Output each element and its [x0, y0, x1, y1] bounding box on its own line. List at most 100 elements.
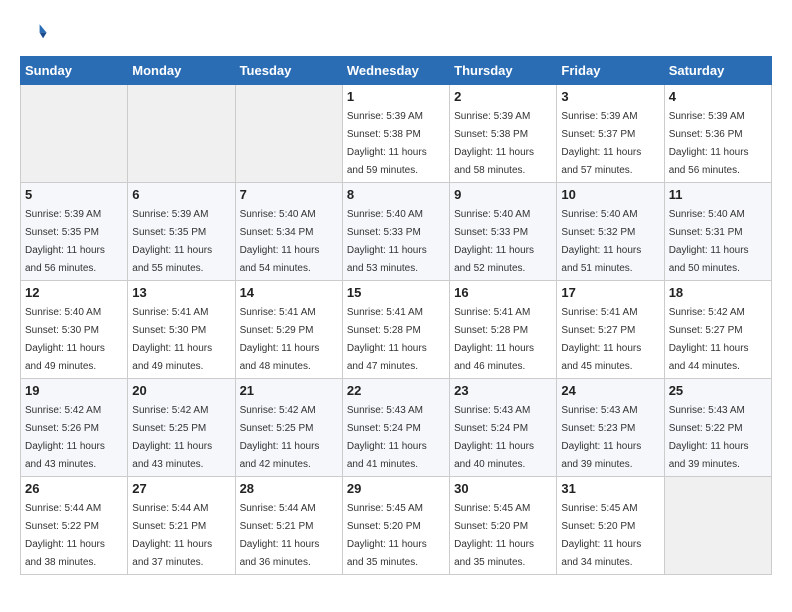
day-number: 6 [132, 187, 230, 202]
calendar-cell: 3 Sunrise: 5:39 AM Sunset: 5:37 PM Daylig… [557, 85, 664, 183]
header-day-monday: Monday [128, 57, 235, 85]
day-info: Sunrise: 5:40 AM Sunset: 5:33 PM Dayligh… [454, 209, 534, 274]
calendar-table: SundayMondayTuesdayWednesdayThursdayFrid… [20, 56, 772, 575]
day-number: 31 [561, 481, 659, 496]
calendar-cell: 1Sunrise: 5:39 AM Sunset: 5:38 PM Daylig… [342, 85, 449, 183]
calendar-cell: 12 Sunrise: 5:40 AM Sunset: 5:30 PM Dayli… [21, 281, 128, 379]
day-info: Sunrise: 5:40 AM Sunset: 5:30 PM Dayligh… [25, 307, 105, 372]
logo [20, 20, 52, 48]
day-number: 25 [669, 383, 767, 398]
day-number: 20 [132, 383, 230, 398]
calendar-week-4: 26 Sunrise: 5:44 AM Sunset: 5:22 PM Dayli… [21, 477, 772, 575]
calendar-cell: 19 Sunrise: 5:42 AM Sunset: 5:26 PM Dayli… [21, 379, 128, 477]
calendar-cell: 9 Sunrise: 5:40 AM Sunset: 5:33 PM Daylig… [450, 183, 557, 281]
calendar-cell: 23Sunrise: 5:43 AM Sunset: 5:24 PM Dayli… [450, 379, 557, 477]
day-number: 7 [240, 187, 338, 202]
day-number: 12 [25, 285, 123, 300]
calendar-cell: 5 Sunrise: 5:39 AM Sunset: 5:35 PM Daylig… [21, 183, 128, 281]
calendar-cell: 8Sunrise: 5:40 AM Sunset: 5:33 PM Daylig… [342, 183, 449, 281]
day-info: Sunrise: 5:39 AM Sunset: 5:38 PM Dayligh… [454, 111, 534, 176]
logo-icon [20, 20, 48, 48]
calendar-cell: 6Sunrise: 5:39 AM Sunset: 5:35 PM Daylig… [128, 183, 235, 281]
day-number: 22 [347, 383, 445, 398]
day-number: 18 [669, 285, 767, 300]
calendar-cell: 4 Sunrise: 5:39 AM Sunset: 5:36 PM Daylig… [664, 85, 771, 183]
day-number: 19 [25, 383, 123, 398]
calendar-cell: 15 Sunrise: 5:41 AM Sunset: 5:28 PM Dayli… [342, 281, 449, 379]
calendar-week-1: 5 Sunrise: 5:39 AM Sunset: 5:35 PM Daylig… [21, 183, 772, 281]
day-info: Sunrise: 5:42 AM Sunset: 5:25 PM Dayligh… [132, 405, 212, 470]
day-info: Sunrise: 5:41 AM Sunset: 5:29 PM Dayligh… [240, 307, 320, 372]
day-number: 10 [561, 187, 659, 202]
header-day-wednesday: Wednesday [342, 57, 449, 85]
day-number: 13 [132, 285, 230, 300]
calendar-cell: 17 Sunrise: 5:41 AM Sunset: 5:27 PM Dayli… [557, 281, 664, 379]
day-number: 14 [240, 285, 338, 300]
header-day-tuesday: Tuesday [235, 57, 342, 85]
day-info: Sunrise: 5:39 AM Sunset: 5:35 PM Dayligh… [25, 209, 105, 274]
day-info: Sunrise: 5:43 AM Sunset: 5:23 PM Dayligh… [561, 405, 641, 470]
day-number: 5 [25, 187, 123, 202]
day-info: Sunrise: 5:41 AM Sunset: 5:30 PM Dayligh… [132, 307, 212, 372]
day-info: Sunrise: 5:39 AM Sunset: 5:38 PM Dayligh… [347, 111, 427, 176]
day-info: Sunrise: 5:43 AM Sunset: 5:24 PM Dayligh… [347, 405, 427, 470]
calendar-cell: 25 Sunrise: 5:43 AM Sunset: 5:22 PM Dayli… [664, 379, 771, 477]
calendar-cell: 24 Sunrise: 5:43 AM Sunset: 5:23 PM Dayli… [557, 379, 664, 477]
calendar-cell: 28 Sunrise: 5:44 AM Sunset: 5:21 PM Dayli… [235, 477, 342, 575]
day-info: Sunrise: 5:40 AM Sunset: 5:34 PM Dayligh… [240, 209, 320, 274]
day-info: Sunrise: 5:42 AM Sunset: 5:27 PM Dayligh… [669, 307, 749, 372]
calendar-cell [21, 85, 128, 183]
day-number: 3 [561, 89, 659, 104]
day-info: Sunrise: 5:44 AM Sunset: 5:21 PM Dayligh… [132, 503, 212, 568]
day-info: Sunrise: 5:45 AM Sunset: 5:20 PM Dayligh… [561, 503, 641, 568]
calendar-cell: 21 Sunrise: 5:42 AM Sunset: 5:25 PM Dayli… [235, 379, 342, 477]
calendar-cell: 10 Sunrise: 5:40 AM Sunset: 5:32 PM Dayli… [557, 183, 664, 281]
calendar-cell [235, 85, 342, 183]
day-number: 15 [347, 285, 445, 300]
day-number: 29 [347, 481, 445, 496]
calendar-cell [128, 85, 235, 183]
day-number: 24 [561, 383, 659, 398]
day-info: Sunrise: 5:41 AM Sunset: 5:28 PM Dayligh… [454, 307, 534, 372]
calendar-cell: 22 Sunrise: 5:43 AM Sunset: 5:24 PM Dayli… [342, 379, 449, 477]
calendar-cell: 11Sunrise: 5:40 AM Sunset: 5:31 PM Dayli… [664, 183, 771, 281]
day-number: 27 [132, 481, 230, 496]
calendar-cell: 13 Sunrise: 5:41 AM Sunset: 5:30 PM Dayli… [128, 281, 235, 379]
day-number: 30 [454, 481, 552, 496]
day-number: 26 [25, 481, 123, 496]
day-number: 17 [561, 285, 659, 300]
day-number: 21 [240, 383, 338, 398]
calendar-cell: 29 Sunrise: 5:45 AM Sunset: 5:20 PM Dayli… [342, 477, 449, 575]
day-info: Sunrise: 5:41 AM Sunset: 5:27 PM Dayligh… [561, 307, 641, 372]
header-day-saturday: Saturday [664, 57, 771, 85]
day-info: Sunrise: 5:39 AM Sunset: 5:37 PM Dayligh… [561, 111, 641, 176]
calendar-cell: 7 Sunrise: 5:40 AM Sunset: 5:34 PM Daylig… [235, 183, 342, 281]
day-number: 28 [240, 481, 338, 496]
day-number: 9 [454, 187, 552, 202]
header-row: SundayMondayTuesdayWednesdayThursdayFrid… [21, 57, 772, 85]
day-info: Sunrise: 5:44 AM Sunset: 5:22 PM Dayligh… [25, 503, 105, 568]
day-number: 16 [454, 285, 552, 300]
calendar-cell: 14 Sunrise: 5:41 AM Sunset: 5:29 PM Dayli… [235, 281, 342, 379]
calendar-cell: 2 Sunrise: 5:39 AM Sunset: 5:38 PM Daylig… [450, 85, 557, 183]
day-info: Sunrise: 5:40 AM Sunset: 5:32 PM Dayligh… [561, 209, 641, 274]
day-info: Sunrise: 5:42 AM Sunset: 5:26 PM Dayligh… [25, 405, 105, 470]
day-number: 4 [669, 89, 767, 104]
calendar-cell: 30Sunrise: 5:45 AM Sunset: 5:20 PM Dayli… [450, 477, 557, 575]
page-header [20, 20, 772, 48]
day-info: Sunrise: 5:42 AM Sunset: 5:25 PM Dayligh… [240, 405, 320, 470]
calendar-week-3: 19 Sunrise: 5:42 AM Sunset: 5:26 PM Dayli… [21, 379, 772, 477]
day-number: 2 [454, 89, 552, 104]
day-info: Sunrise: 5:45 AM Sunset: 5:20 PM Dayligh… [347, 503, 427, 568]
header-day-sunday: Sunday [21, 57, 128, 85]
day-info: Sunrise: 5:43 AM Sunset: 5:22 PM Dayligh… [669, 405, 749, 470]
day-info: Sunrise: 5:41 AM Sunset: 5:28 PM Dayligh… [347, 307, 427, 372]
calendar-cell: 16 Sunrise: 5:41 AM Sunset: 5:28 PM Dayli… [450, 281, 557, 379]
day-info: Sunrise: 5:44 AM Sunset: 5:21 PM Dayligh… [240, 503, 320, 568]
calendar-week-2: 12 Sunrise: 5:40 AM Sunset: 5:30 PM Dayli… [21, 281, 772, 379]
day-info: Sunrise: 5:39 AM Sunset: 5:36 PM Dayligh… [669, 111, 749, 176]
calendar-cell [664, 477, 771, 575]
day-number: 8 [347, 187, 445, 202]
header-day-thursday: Thursday [450, 57, 557, 85]
day-number: 11 [669, 187, 767, 202]
